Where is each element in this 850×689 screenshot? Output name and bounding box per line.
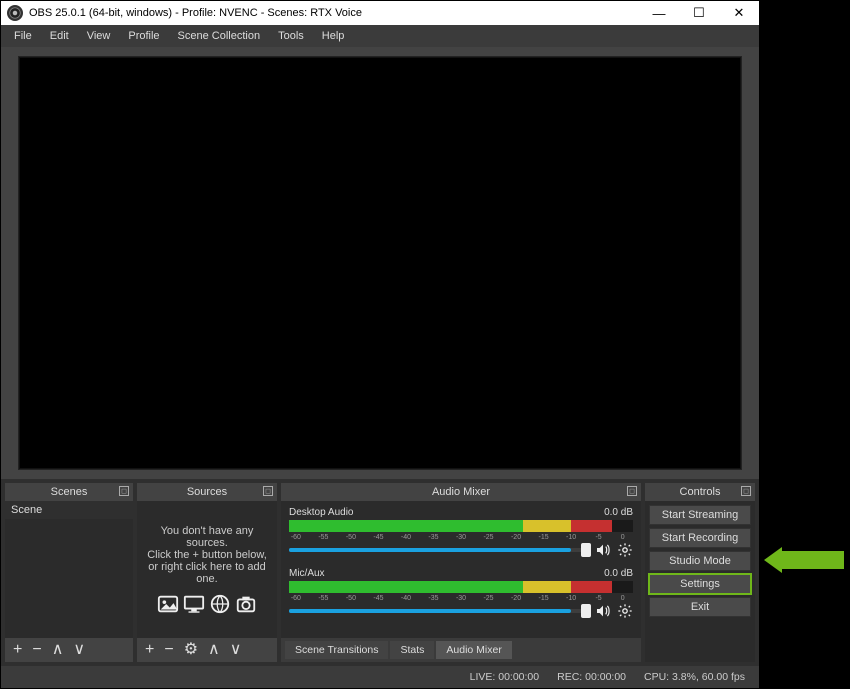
scenes-popout-icon[interactable]: ◻ [119, 486, 129, 496]
sources-toolbar: + − ⚙ ∧ ∨ [137, 638, 277, 662]
menubar: File Edit View Profile Scene Collection … [1, 25, 759, 47]
menu-profile[interactable]: Profile [119, 28, 168, 44]
browser-source-icon [209, 593, 231, 615]
controls-title: Controls [680, 486, 721, 498]
channel-db: 0.0 dB [604, 507, 633, 518]
source-properties-button[interactable]: ⚙ [184, 642, 198, 658]
menu-tools[interactable]: Tools [269, 28, 313, 44]
sources-empty-line1: You don't have any sources. [143, 525, 271, 549]
scene-add-button[interactable]: + [13, 642, 22, 658]
speaker-icon[interactable] [595, 542, 611, 558]
speaker-icon[interactable] [595, 603, 611, 619]
sources-header: Sources ◻ [137, 483, 277, 501]
start-streaming-button[interactable]: Start Streaming [649, 505, 751, 525]
window-close-button[interactable]: ✕ [719, 1, 759, 25]
source-remove-button[interactable]: − [164, 642, 173, 658]
scenes-toolbar: + − ∧ ∨ [5, 638, 133, 662]
scenes-title: Scenes [51, 486, 88, 498]
exit-button[interactable]: Exit [649, 597, 751, 617]
image-source-icon [157, 593, 179, 615]
scene-item[interactable]: Scene [5, 501, 133, 519]
gear-icon[interactable] [617, 542, 633, 558]
volume-meter [289, 520, 633, 532]
audio-mixer-dock: Audio Mixer ◻ Desktop Audio 0.0 dB -60 [281, 483, 641, 662]
gear-icon[interactable] [617, 603, 633, 619]
tab-scene-transitions[interactable]: Scene Transitions [285, 641, 388, 659]
tab-stats[interactable]: Stats [390, 641, 434, 659]
status-bar: LIVE: 00:00:00 REC: 00:00:00 CPU: 3.8%, … [1, 666, 759, 688]
obs-main-window: OBS 25.0.1 (64-bit, windows) - Profile: … [0, 0, 760, 689]
sources-dock: Sources ◻ You don't have any sources. Cl… [137, 483, 277, 662]
menu-scene-collection[interactable]: Scene Collection [169, 28, 270, 44]
window-title: OBS 25.0.1 (64-bit, windows) - Profile: … [29, 7, 639, 19]
channel-db: 0.0 dB [604, 568, 633, 579]
display-source-icon [183, 593, 205, 615]
preview-canvas[interactable] [19, 57, 741, 469]
audio-channel-desktop: Desktop Audio 0.0 dB -60 -55 -50 -45 -40… [289, 507, 633, 558]
annotation-arrow [764, 547, 844, 573]
audio-channel-mic: Mic/Aux 0.0 dB -60 -55 -50 -45 -40 -35 [289, 568, 633, 619]
source-type-icons [157, 593, 257, 615]
source-move-up-button[interactable]: ∧ [208, 642, 220, 658]
docks-row: Scenes ◻ Scene + − ∧ ∨ Sources ◻ You don… [1, 479, 759, 666]
menu-edit[interactable]: Edit [41, 28, 78, 44]
window-maximize-button[interactable]: ☐ [679, 1, 719, 25]
volume-slider[interactable] [289, 609, 589, 613]
window-minimize-button[interactable]: — [639, 1, 679, 25]
scenes-dock: Scenes ◻ Scene + − ∧ ∨ [5, 483, 133, 662]
sources-empty-line2: Click the + button below, [147, 549, 267, 561]
scene-move-up-button[interactable]: ∧ [52, 642, 64, 658]
scene-move-down-button[interactable]: ∨ [73, 642, 85, 658]
channel-name: Mic/Aux [289, 568, 325, 579]
db-ticks: -60 -55 -50 -45 -40 -35 -30 -25 -20 -15 … [289, 595, 633, 603]
start-recording-button[interactable]: Start Recording [649, 528, 751, 548]
sources-list[interactable]: You don't have any sources. Click the + … [137, 501, 277, 638]
scenes-list[interactable]: Scene [5, 501, 133, 638]
db-ticks: -60 -55 -50 -45 -40 -35 -30 -25 -20 -15 … [289, 534, 633, 542]
volume-meter [289, 581, 633, 593]
source-add-button[interactable]: + [145, 642, 154, 658]
controls-dock: Controls ◻ Start Streaming Start Recordi… [645, 483, 755, 662]
menu-help[interactable]: Help [313, 28, 354, 44]
status-live: LIVE: 00:00:00 [470, 671, 539, 683]
preview-area [1, 47, 759, 479]
controls-popout-icon[interactable]: ◻ [741, 486, 751, 496]
volume-slider[interactable] [289, 548, 589, 552]
camera-source-icon [235, 593, 257, 615]
menu-view[interactable]: View [78, 28, 120, 44]
sources-title: Sources [187, 486, 227, 498]
status-rec: REC: 00:00:00 [557, 671, 626, 683]
controls-body: Start Streaming Start Recording Studio M… [645, 501, 755, 662]
tab-audio-mixer[interactable]: Audio Mixer [436, 641, 511, 659]
audio-mixer-header: Audio Mixer ◻ [281, 483, 641, 501]
settings-button[interactable]: Settings [649, 574, 751, 594]
channel-name: Desktop Audio [289, 507, 354, 518]
audio-mixer-title: Audio Mixer [432, 486, 490, 498]
controls-header: Controls ◻ [645, 483, 755, 501]
scene-remove-button[interactable]: − [32, 642, 41, 658]
sources-empty-line3: or right click here to add one. [143, 561, 271, 585]
status-cpu: CPU: 3.8%, 60.00 fps [644, 671, 745, 683]
source-move-down-button[interactable]: ∨ [230, 642, 242, 658]
titlebar[interactable]: OBS 25.0.1 (64-bit, windows) - Profile: … [1, 1, 759, 25]
sources-popout-icon[interactable]: ◻ [263, 486, 273, 496]
audio-mixer-popout-icon[interactable]: ◻ [627, 486, 637, 496]
bottom-tabs: Scene Transitions Stats Audio Mixer [281, 638, 641, 662]
scenes-header: Scenes ◻ [5, 483, 133, 501]
studio-mode-button[interactable]: Studio Mode [649, 551, 751, 571]
menu-file[interactable]: File [5, 28, 41, 44]
audio-mixer-body: Desktop Audio 0.0 dB -60 -55 -50 -45 -40… [281, 501, 641, 638]
obs-app-icon [7, 5, 23, 21]
